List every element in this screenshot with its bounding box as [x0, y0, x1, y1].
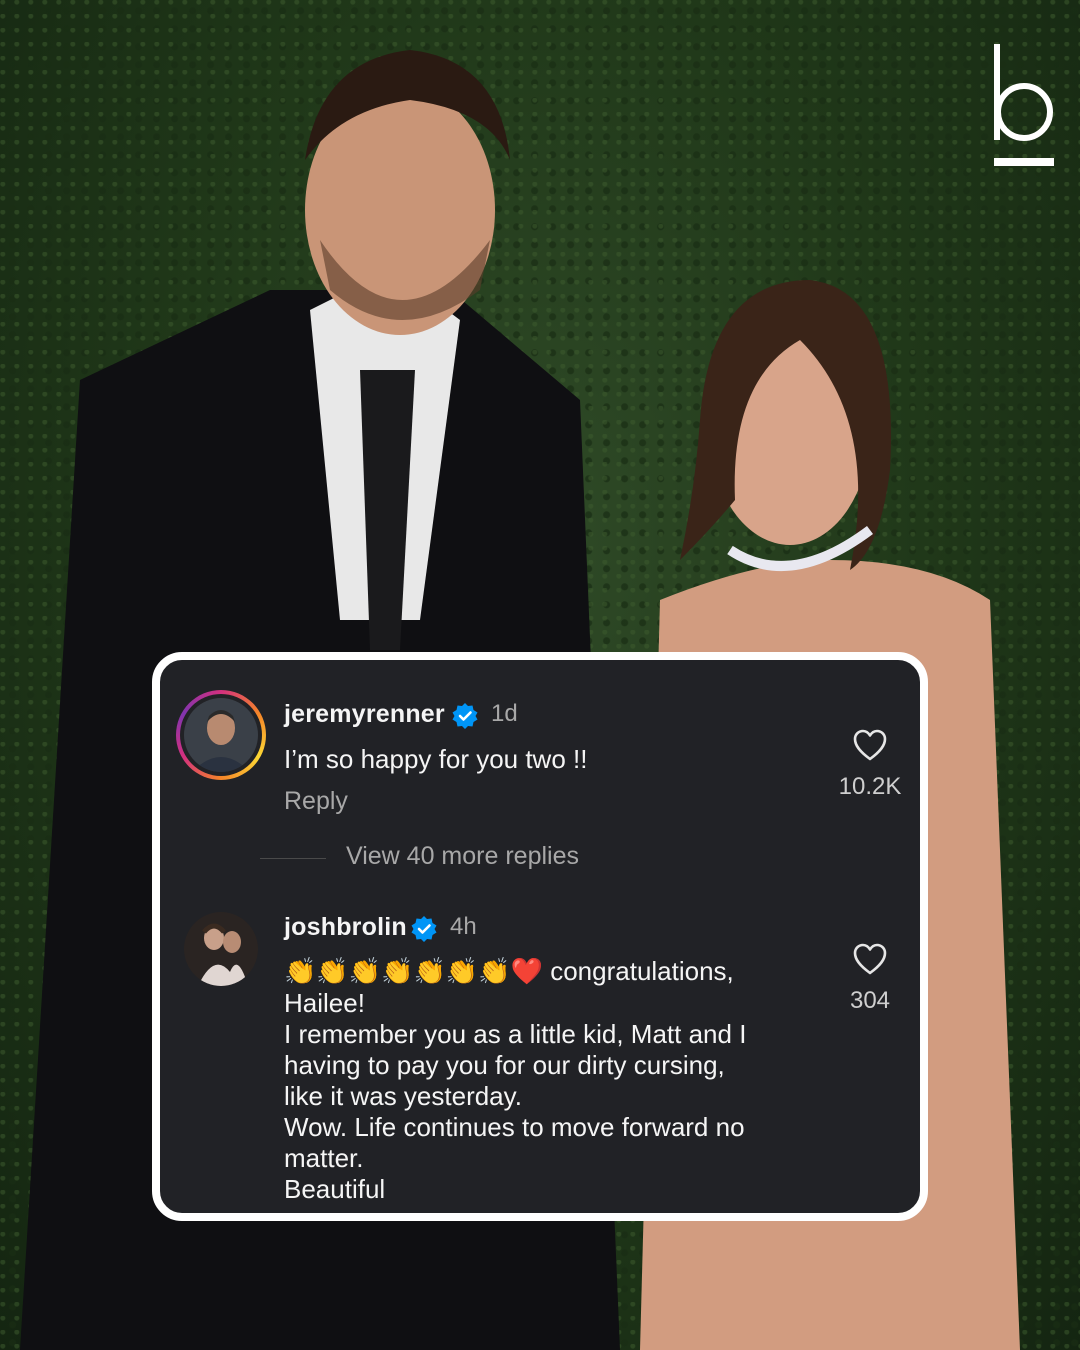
like-heart-icon[interactable] — [852, 728, 888, 762]
comment-body: 👏👏👏👏👏👏👏❤️ congratulations, Hailee! I rem… — [284, 956, 746, 1205]
verified-badge-icon — [411, 916, 437, 942]
reply-button[interactable]: Reply — [284, 787, 348, 816]
like-heart-icon[interactable] — [852, 942, 888, 976]
view-more-replies-link[interactable]: View 40 more replies — [346, 842, 579, 871]
comment-username[interactable]: jeremyrenner — [284, 700, 445, 729]
comment-line: congratulations, — [550, 956, 734, 986]
comment-timestamp: 1d — [491, 700, 518, 727]
replies-divider — [260, 858, 326, 859]
comments-card: jeremyrenner 1d I’m so happy for you two… — [152, 652, 928, 1221]
comment-line: Beautiful — [284, 1174, 386, 1204]
comment-timestamp: 4h — [450, 913, 477, 940]
jeremyrenner-avatar[interactable] — [184, 698, 258, 772]
comment-line: I remember you as a little kid, Matt and… — [284, 1019, 747, 1049]
like-count: 304 — [849, 987, 891, 1014]
verified-badge-icon — [452, 703, 478, 729]
joshbrolin-avatar[interactable] — [184, 912, 258, 986]
brand-logo — [994, 44, 1054, 166]
comment-text: I’m so happy for you two !! — [284, 744, 588, 774]
comment-line: having to pay you for our dirty cursing, — [284, 1050, 725, 1080]
comment-line: like it was yesterday. — [284, 1081, 522, 1111]
clap-heart-emojis: 👏👏👏👏👏👏👏❤️ — [284, 957, 543, 987]
comment-username[interactable]: joshbrolin — [284, 913, 407, 942]
comment-line: Hailee! — [284, 988, 365, 1018]
comment-line: matter. — [284, 1143, 364, 1173]
like-count: 10.2K — [838, 773, 902, 800]
story-ring[interactable] — [176, 690, 266, 780]
comment-line: Wow. Life continues to move forward no — [284, 1112, 745, 1142]
